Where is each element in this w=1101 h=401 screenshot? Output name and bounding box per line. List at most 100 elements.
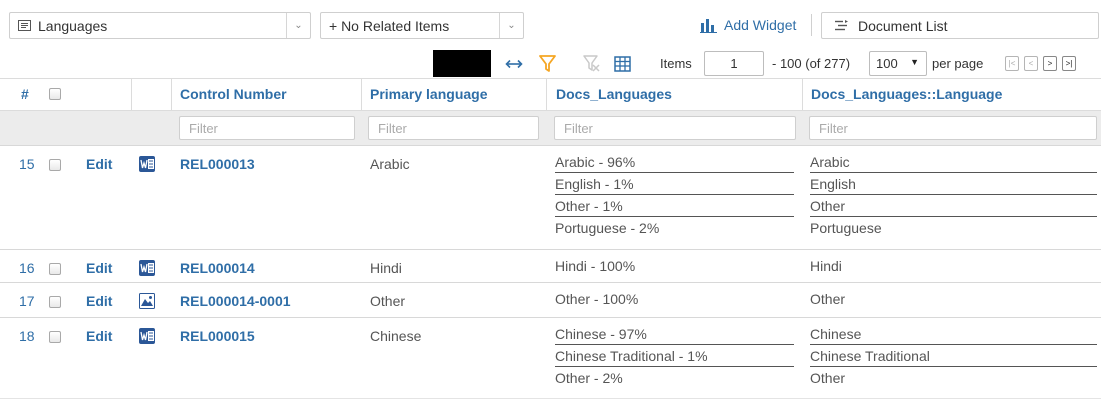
primary-language-cell: Hindi [370,260,402,276]
row-checkbox[interactable] [49,159,61,171]
next-page-icon[interactable]: > [1043,56,1057,71]
column-divider [171,79,172,112]
primary-language-filter[interactable]: Filter [368,116,539,140]
items-start-input[interactable]: 1 [704,51,764,76]
clear-filter-icon[interactable] [581,53,601,74]
docs-language-entry: Other - 100% [555,291,639,307]
document-list-button[interactable]: Document List [821,12,1099,39]
table-row[interactable]: 15 Edit REL000013 Arabic Arabic - 96% En… [0,146,1101,250]
docs-language-entry: Chinese Traditional - 1% [555,345,794,367]
primary-language-cell: Other [370,293,406,309]
docs-languages-language-filter[interactable]: Filter [809,116,1097,140]
docs-languages-cell: Hindi - 100% [555,255,794,277]
image-icon[interactable] [139,293,155,309]
layout-list-icon [18,20,31,31]
language-entry: Chinese [810,323,1097,345]
docs-languages-language-header[interactable]: Docs_Languages::Language [811,86,1002,102]
related-items-value: + No Related Items [329,18,450,34]
docs-language-entry: Portuguese - 2% [555,220,660,236]
control-number-link[interactable]: REL000014-0001 [180,293,291,309]
word-doc-icon[interactable] [139,156,155,172]
grid-header: # Control Number Primary language Docs_L… [0,78,1101,112]
chevron-down-icon[interactable]: ⌄ [499,13,523,38]
grid-toolbar: Items 1 - 100 (of 277) 100 ▼ per page |<… [0,50,1101,78]
per-page-value: 100 [876,56,898,71]
language-cell: Arabic English Other Portuguese [810,151,1097,239]
docs-language-entry: Other - 1% [555,195,794,217]
docs-languages-cell: Arabic - 96% English - 1% Other - 1% Por… [555,151,794,239]
row-number: 17 [19,293,35,309]
document-list-label: Document List [858,18,948,34]
filter-funnel-icon[interactable] [537,53,557,74]
edit-link[interactable]: Edit [86,328,112,344]
control-number-header[interactable]: Control Number [180,86,287,102]
word-doc-icon[interactable] [139,260,155,276]
filter-row: Filter Filter Filter Filter [0,111,1101,146]
language-entry: English [810,173,1097,195]
edit-link[interactable]: Edit [86,293,112,309]
docs-language-entry: Chinese - 97% [555,323,794,345]
table-row[interactable]: 18 Edit REL000015 Chinese Chinese - 97% … [0,318,1101,398]
language-cell: Hindi [810,255,1097,277]
per-page-label: per page [932,56,984,71]
row-checkbox[interactable] [49,263,61,275]
docs-language-entry: Hindi - 100% [555,258,636,274]
control-number-link[interactable]: REL000013 [180,156,255,172]
per-page-select[interactable]: 100 ▼ [869,51,927,76]
table-row[interactable]: 16 Edit REL000014 Hindi Hindi - 100% Hin… [0,250,1101,283]
row-number-header: # [21,86,29,102]
items-label: Items [660,56,692,71]
control-number-link[interactable]: REL000015 [180,328,255,344]
language-entry: Arabic [810,151,1097,173]
primary-language-cell: Arabic [370,156,410,172]
row-number: 15 [19,156,35,172]
language-entry: Portuguese [810,220,882,236]
edit-link[interactable]: Edit [86,260,112,276]
docs-language-entry: Arabic - 96% [555,151,794,173]
language-entry: Other [810,370,846,386]
top-bar: Languages ⌄ + No Related Items ⌄ Add Wid… [0,0,1101,50]
column-divider [546,79,547,112]
add-widget-label: Add Widget [724,17,797,33]
item-range-text: - 100 (of 277) [772,56,851,71]
language-entry: Chinese Traditional [810,345,1097,367]
layout-select-value: Languages [38,18,108,34]
layout-select[interactable]: Languages ⌄ [9,12,311,39]
table-row[interactable]: 17 Edit REL000014-0001 Other Other - 100… [0,283,1101,318]
grid-view-icon[interactable] [612,53,632,74]
document-list-icon [835,20,848,31]
bar-chart-icon [700,19,717,33]
column-divider [802,79,803,112]
last-page-icon[interactable]: >| [1062,56,1076,71]
docs-language-entry: English - 1% [555,173,794,195]
language-entry: Other [810,195,1097,217]
related-items-select[interactable]: + No Related Items ⌄ [320,12,524,39]
filter-placeholder: Filter [189,121,218,136]
filter-placeholder: Filter [378,121,407,136]
grid-bottom-border [0,398,1101,399]
chevron-down-icon[interactable]: ⌄ [286,13,310,38]
select-all-checkbox[interactable] [49,88,61,100]
control-number-link[interactable]: REL000014 [180,260,255,276]
add-widget-button[interactable]: Add Widget [700,13,796,37]
prev-page-icon[interactable]: < [1024,56,1038,71]
filter-placeholder: Filter [819,121,848,136]
docs-languages-header[interactable]: Docs_Languages [556,86,672,102]
word-doc-icon[interactable] [139,328,155,344]
language-entry: Hindi [810,258,842,274]
language-cell: Chinese Chinese Traditional Other [810,323,1097,389]
docs-language-entry: Other - 2% [555,370,623,386]
edit-link[interactable]: Edit [86,156,112,172]
control-number-filter[interactable]: Filter [179,116,355,140]
row-checkbox[interactable] [49,331,61,343]
docs-languages-filter[interactable]: Filter [554,116,796,140]
primary-language-header[interactable]: Primary language [370,86,488,102]
language-cell: Other [810,288,1097,310]
divider [811,14,812,36]
filter-placeholder: Filter [564,121,593,136]
expand-columns-icon[interactable] [503,53,525,74]
language-entry: Other [810,291,846,307]
row-checkbox[interactable] [49,296,61,308]
first-page-icon[interactable]: |< [1005,56,1019,71]
row-number: 16 [19,260,35,276]
